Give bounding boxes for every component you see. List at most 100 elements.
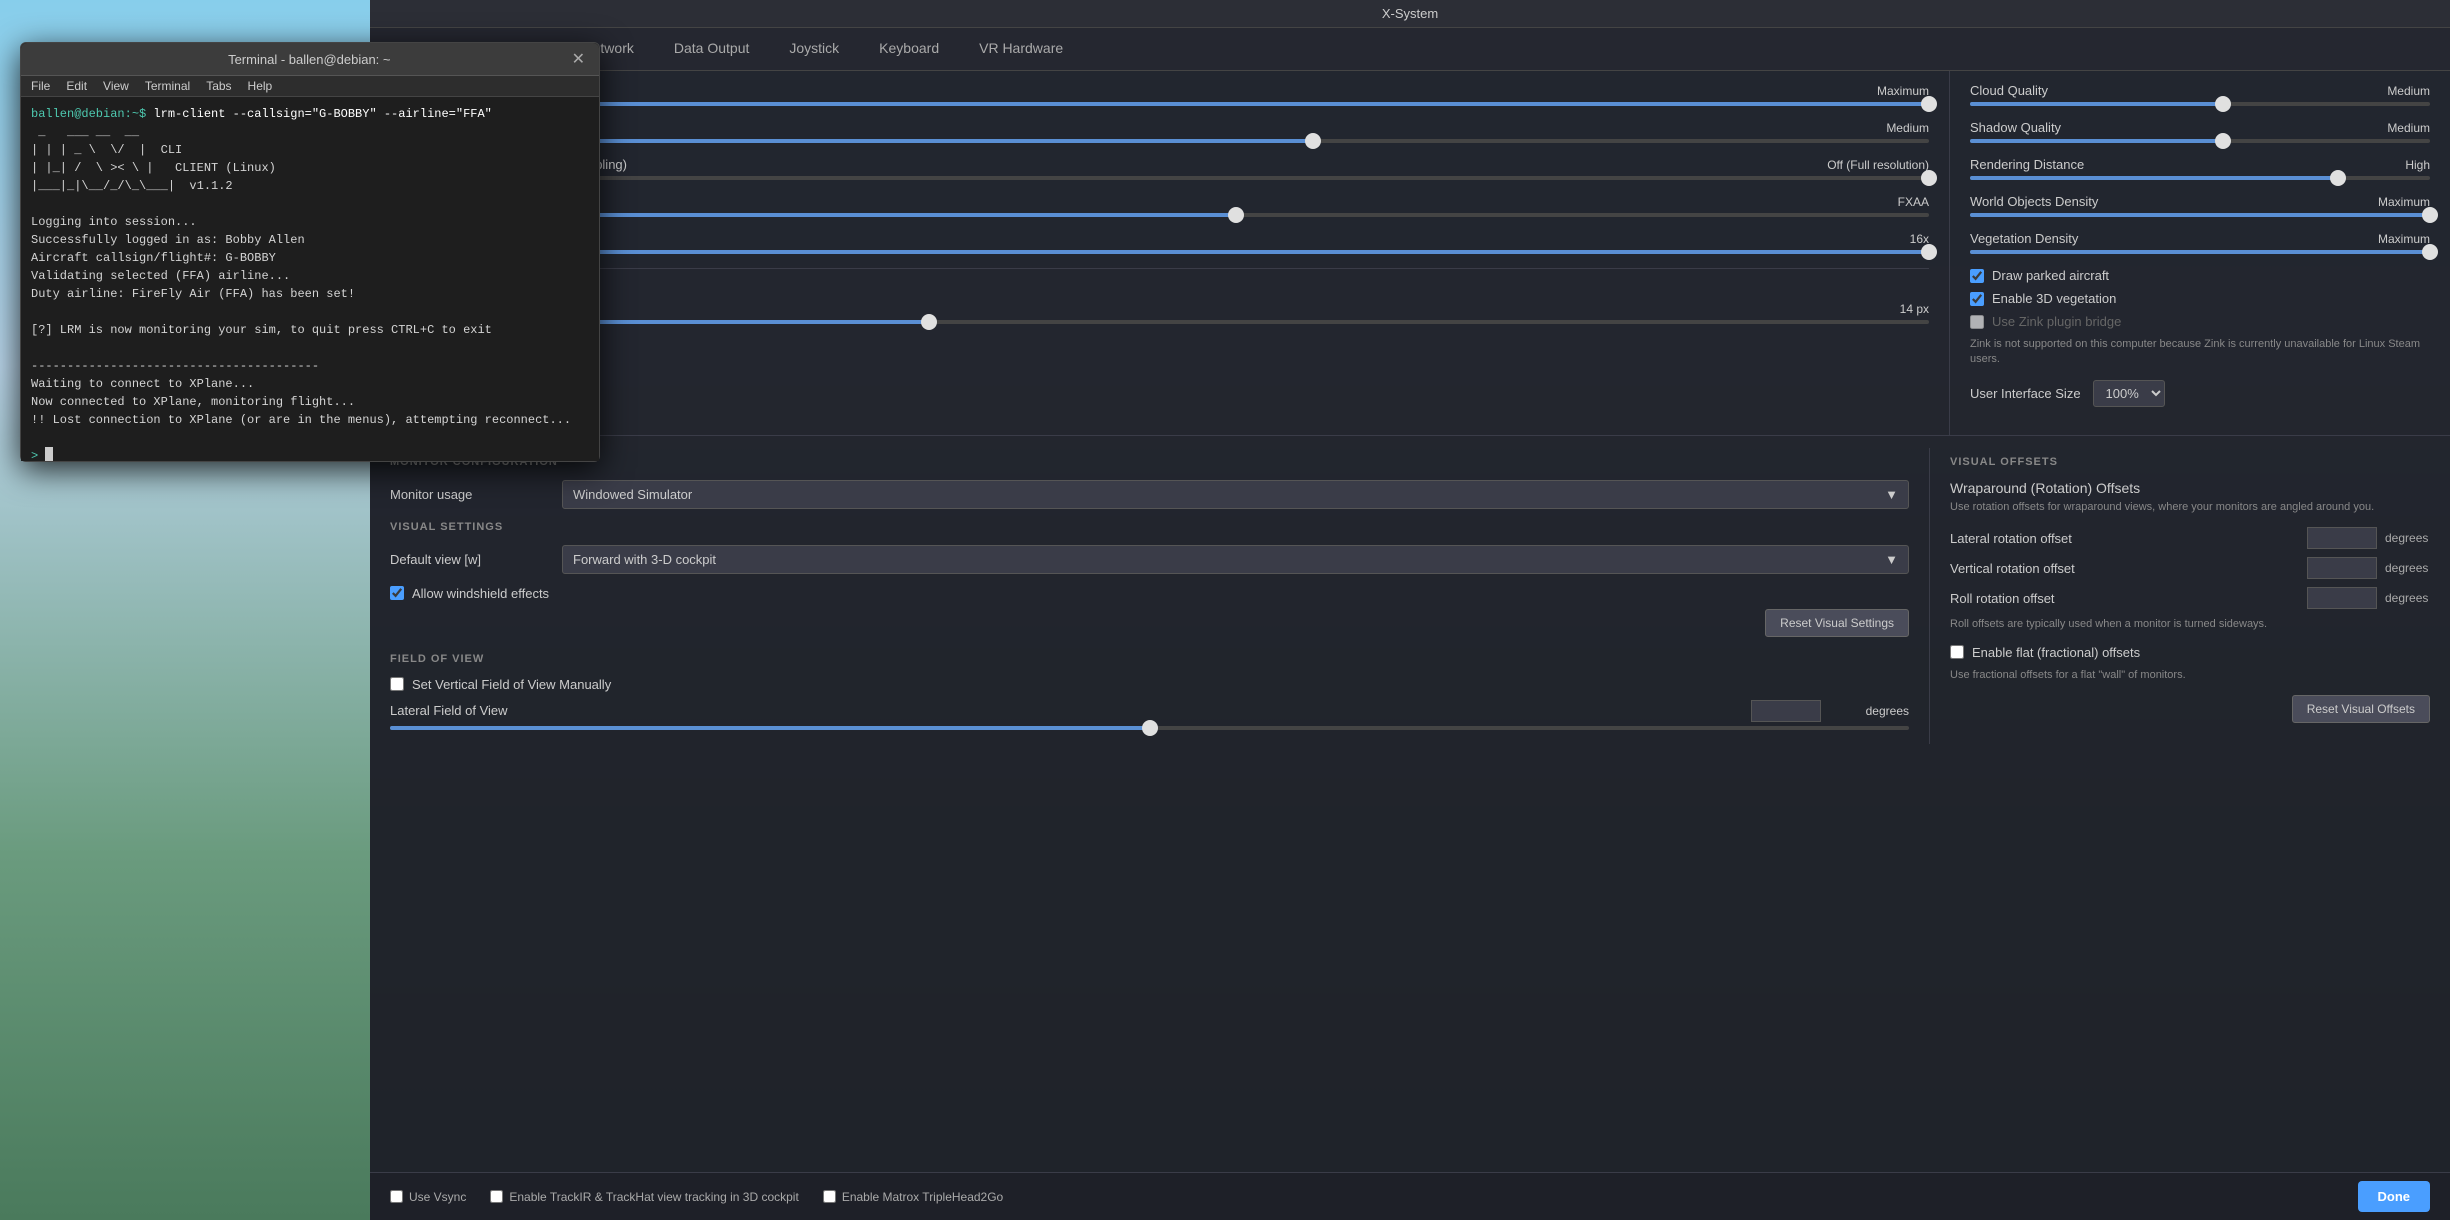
lateral-fov-input[interactable]: 98.31 bbox=[1751, 700, 1821, 722]
shadow-quality-row: Shadow Quality Medium bbox=[1970, 120, 2430, 143]
aniso-row: Anisotropic Filtering 16x bbox=[390, 231, 1929, 254]
terminal-title: Terminal - ballen@debian: ~ bbox=[51, 52, 568, 67]
bottom-bar: Use Vsync Enable TrackIR & TrackHat view… bbox=[370, 1172, 2450, 1220]
tab-keyboard[interactable]: Keyboard bbox=[859, 28, 959, 70]
terminal-menu-tabs[interactable]: Tabs bbox=[206, 79, 231, 93]
lateral-rotation-input[interactable]: 0.00 bbox=[2307, 527, 2377, 549]
lateral-fov-slider[interactable] bbox=[390, 726, 1909, 730]
roll-rotation-label: Roll rotation offset bbox=[1950, 591, 2299, 606]
settings-window: X-System Sound Graphics Network Data Out… bbox=[370, 0, 2450, 1220]
rendering-distance-row: Rendering Distance High bbox=[1970, 157, 2430, 180]
roll-rotation-input[interactable]: 0.00 bbox=[2307, 587, 2377, 609]
enable-3d-veg-checkbox[interactable] bbox=[1970, 292, 1984, 306]
tab-vr-hardware[interactable]: VR Hardware bbox=[959, 28, 1083, 70]
terminal-menu-edit[interactable]: Edit bbox=[66, 79, 87, 93]
tab-data-output[interactable]: Data Output bbox=[654, 28, 770, 70]
windshield-checkbox[interactable] bbox=[390, 586, 404, 600]
monitor-left: MONITOR CONFIGURATION Monitor usage Wind… bbox=[390, 448, 1930, 744]
vertical-rotation-input[interactable]: 0.00 bbox=[2307, 557, 2377, 579]
aa-slider[interactable] bbox=[390, 213, 1929, 217]
enable-3d-veg-label: Enable 3D vegetation bbox=[1992, 291, 2116, 306]
vegetation-density-label: Vegetation Density bbox=[1970, 231, 2350, 246]
windshield-label: Allow windshield effects bbox=[412, 586, 549, 601]
draw-parked-checkbox[interactable] bbox=[1970, 269, 1984, 283]
trackir-checkbox[interactable] bbox=[490, 1190, 503, 1203]
vertical-rotation-label: Vertical rotation offset bbox=[1950, 561, 2299, 576]
vegetation-density-slider[interactable] bbox=[1970, 250, 2430, 254]
fsr-label: Monitor Resolution (FSR Supersampling) bbox=[390, 157, 1827, 172]
terminal-menu-help[interactable]: Help bbox=[248, 79, 273, 93]
set-vertical-fov-label: Set Vertical Field of View Manually bbox=[412, 677, 611, 692]
enable-flat-offsets-row: Enable flat (fractional) offsets bbox=[1950, 645, 2430, 660]
vegetation-density-row: Vegetation Density Maximum bbox=[1970, 231, 2430, 254]
vertical-rotation-unit: degrees bbox=[2385, 561, 2430, 575]
matrox-checkbox[interactable] bbox=[823, 1190, 836, 1203]
trackir-container: Enable TrackIR & TrackHat view tracking … bbox=[490, 1190, 798, 1204]
fsr-slider[interactable] bbox=[390, 176, 1929, 180]
rendering-distance-value: High bbox=[2350, 158, 2430, 172]
enable-flat-offsets-checkbox[interactable] bbox=[1950, 645, 1964, 659]
roll-rotation-row: Roll rotation offset 0.00 degrees bbox=[1950, 587, 2430, 609]
scrollable-area: Texture Quality Maximum bbox=[370, 71, 2450, 1172]
terminal-menu-terminal[interactable]: Terminal bbox=[145, 79, 190, 93]
terminal-close-button[interactable]: ✕ bbox=[568, 49, 589, 69]
use-zink-checkbox[interactable] bbox=[1970, 315, 1984, 329]
flat-offsets-desc: Use fractional offsets for a flat "wall"… bbox=[1950, 668, 2430, 683]
font-size-label: Font Size bbox=[390, 301, 1849, 316]
visual-settings-header: VISUAL SETTINGS bbox=[390, 521, 1909, 533]
done-button[interactable]: Done bbox=[2358, 1181, 2431, 1212]
terminal-menu-file[interactable]: File bbox=[31, 79, 50, 93]
aniso-slider[interactable] bbox=[390, 250, 1929, 254]
texture-quality-label: Texture Quality bbox=[390, 83, 1849, 98]
aa-value: FXAA bbox=[1849, 195, 1929, 209]
monitor-usage-dropdown[interactable]: Windowed Simulator ▼ bbox=[562, 480, 1909, 509]
draw-parked-label: Draw parked aircraft bbox=[1992, 268, 2109, 283]
terminal-window: Terminal - ballen@debian: ~ ✕ File Edit … bbox=[20, 42, 600, 462]
enable-flat-offsets-label: Enable flat (fractional) offsets bbox=[1972, 645, 2140, 660]
cloud-quality-slider[interactable] bbox=[1970, 102, 2430, 106]
graphics-left-col: Texture Quality Maximum bbox=[370, 71, 1950, 435]
aa-label: Anti-aliasing bbox=[390, 194, 1849, 209]
set-vertical-fov-checkbox[interactable] bbox=[390, 677, 404, 691]
wraparound-title: Wraparound (Rotation) Offsets bbox=[1950, 480, 2430, 496]
ui-size-row: User Interface Size 75% 100% 125% 150% bbox=[1970, 380, 2430, 407]
reset-visual-settings-row: Reset Visual Settings bbox=[390, 609, 1909, 637]
settings-title: X-System bbox=[1382, 6, 1438, 21]
ssao-slider[interactable] bbox=[390, 139, 1929, 143]
ui-size-select[interactable]: 75% 100% 125% 150% bbox=[2093, 380, 2165, 407]
reset-visual-offsets-button[interactable]: Reset Visual Offsets bbox=[2292, 695, 2430, 723]
use-vsync-checkbox[interactable] bbox=[390, 1190, 403, 1203]
matrox-label: Enable Matrox TripleHead2Go bbox=[842, 1190, 1003, 1204]
matrox-container: Enable Matrox TripleHead2Go bbox=[823, 1190, 1003, 1204]
font-size-slider[interactable] bbox=[390, 320, 1929, 324]
world-objects-slider[interactable] bbox=[1970, 213, 2430, 217]
tab-joystick[interactable]: Joystick bbox=[769, 28, 859, 70]
cloud-quality-label: Cloud Quality bbox=[1970, 83, 2350, 98]
monitor-config-header: MONITOR CONFIGURATION bbox=[390, 456, 1909, 468]
nav-tabs: Sound Graphics Network Data Output Joyst… bbox=[370, 28, 2450, 71]
world-objects-row: World Objects Density Maximum bbox=[1970, 194, 2430, 217]
roll-rotation-unit: degrees bbox=[2385, 591, 2430, 605]
terminal-menubar: File Edit View Terminal Tabs Help bbox=[21, 76, 599, 97]
reset-visual-settings-button[interactable]: Reset Visual Settings bbox=[1765, 609, 1909, 637]
default-view-dropdown[interactable]: Forward with 3-D cockpit ▼ bbox=[562, 545, 1909, 574]
rendering-distance-slider[interactable] bbox=[1970, 176, 2430, 180]
trackir-label: Enable TrackIR & TrackHat view tracking … bbox=[509, 1190, 798, 1204]
aniso-label: Anisotropic Filtering bbox=[390, 231, 1849, 246]
default-view-label: Default view [w] bbox=[390, 552, 550, 567]
lateral-rotation-label: Lateral rotation offset bbox=[1950, 531, 2299, 546]
default-view-chevron: ▼ bbox=[1885, 552, 1898, 567]
graphics-sliders-section: Texture Quality Maximum bbox=[370, 71, 2450, 435]
monitor-usage-row: Monitor usage Windowed Simulator ▼ bbox=[390, 480, 1909, 509]
texture-quality-slider[interactable] bbox=[390, 102, 1929, 106]
lateral-fov-row: Lateral Field of View 98.31 degrees bbox=[390, 700, 1909, 730]
set-vertical-fov-row: Set Vertical Field of View Manually bbox=[390, 677, 1909, 692]
rendering-distance-label: Rendering Distance bbox=[1970, 157, 2350, 172]
monitor-right: VISUAL OFFSETS Wraparound (Rotation) Off… bbox=[1930, 448, 2430, 744]
shadow-quality-slider[interactable] bbox=[1970, 139, 2430, 143]
monitor-config-area: MONITOR CONFIGURATION Monitor usage Wind… bbox=[370, 435, 2450, 756]
terminal-menu-view[interactable]: View bbox=[103, 79, 129, 93]
font-size-row: Font Size 14 px bbox=[390, 301, 1929, 324]
ssao-label: Ambient Occlusion Quality (SSAO) bbox=[390, 120, 1849, 135]
use-vsync-container: Use Vsync bbox=[390, 1190, 466, 1204]
